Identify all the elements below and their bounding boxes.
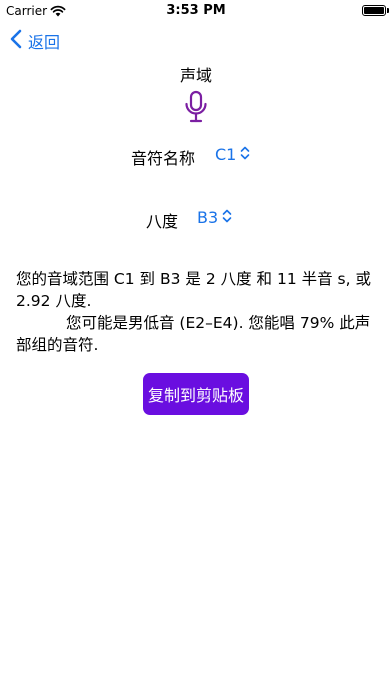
range-summary-text: 您的音域范围 C1 到 B3 是 2 八度 和 11 半音 s, 或 2.92 …: [16, 270, 371, 310]
chevron-up-down-icon: [240, 145, 250, 164]
copy-to-clipboard-button[interactable]: 复制到剪贴板: [143, 373, 249, 415]
microphone-icon[interactable]: [183, 90, 209, 124]
octave-label: 八度: [146, 212, 179, 231]
status-bar: Carrier 3:53 PM: [0, 0, 392, 22]
voice-type-text: 您可能是男低音 (E2–E4). 您能唱 79% 此声部组的音符.: [16, 314, 371, 354]
battery-icon: [362, 5, 386, 16]
page-title: 声域: [179, 66, 212, 85]
chevron-up-down-icon: [222, 208, 232, 227]
status-time: 3:53 PM: [166, 3, 226, 18]
note-name-label: 音符名称: [131, 149, 196, 168]
range-description: 您的音域范围 C1 到 B3 是 2 八度 和 11 半音 s, 或 2.92 …: [16, 268, 378, 356]
octave-value: B3: [197, 208, 219, 227]
octave-picker[interactable]: B3: [197, 208, 232, 227]
battery-tip: [387, 8, 389, 13]
chevron-left-icon: [10, 29, 28, 53]
note-name-picker[interactable]: C1: [215, 145, 250, 164]
back-label: 返回: [28, 33, 61, 52]
back-button[interactable]: 返回: [10, 29, 60, 53]
note-name-value: C1: [215, 145, 237, 164]
